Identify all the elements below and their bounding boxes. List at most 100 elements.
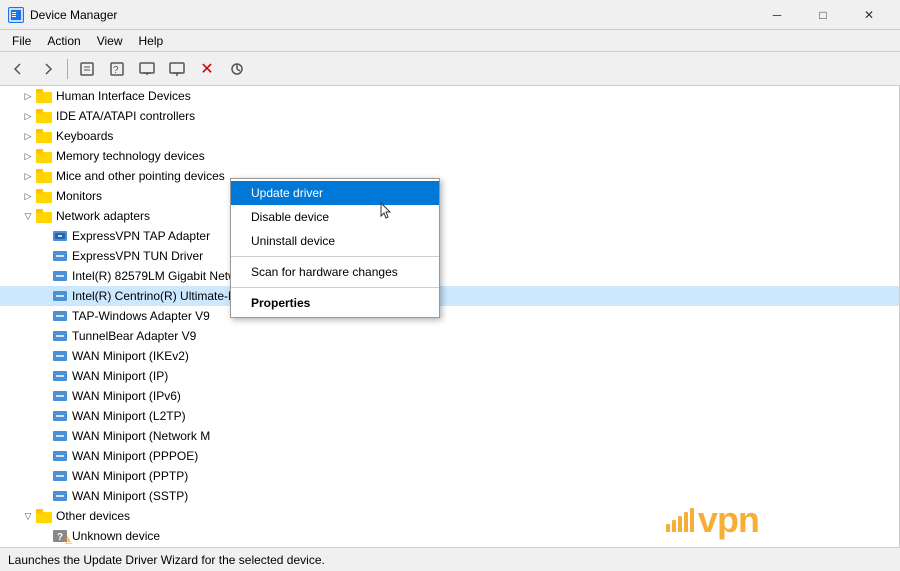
unknown-device-icon: ? ⚠ bbox=[52, 528, 68, 544]
status-text: Launches the Update Driver Wizard for th… bbox=[8, 553, 325, 567]
context-menu-sep-1 bbox=[231, 256, 439, 257]
tree-item-memory-tech[interactable]: ▷ Memory technology devices bbox=[0, 146, 899, 166]
toolbar-icon2[interactable] bbox=[133, 56, 161, 82]
network-adapter-icon bbox=[52, 268, 68, 284]
expand-keyboards[interactable]: ▷ bbox=[20, 128, 36, 144]
context-menu-uninstall-device[interactable]: Uninstall device bbox=[231, 229, 439, 253]
network-adapter-icon bbox=[52, 408, 68, 424]
tree-item-wan-network[interactable]: ▷ WAN Miniport (Network M bbox=[0, 426, 899, 446]
toolbar-computer[interactable] bbox=[163, 56, 191, 82]
tree-label-expressvpn-tun: ExpressVPN TUN Driver bbox=[72, 249, 203, 263]
tree-label-wan-network: WAN Miniport (Network M bbox=[72, 429, 210, 443]
window-controls: ─ □ ✕ bbox=[754, 0, 892, 30]
expand-other-devices[interactable]: ▽ bbox=[20, 508, 36, 524]
toolbar-update[interactable]: ? bbox=[103, 56, 131, 82]
network-adapter-icon bbox=[52, 288, 68, 304]
tree-item-wan-ip[interactable]: ▷ WAN Miniport (IP) bbox=[0, 366, 899, 386]
tree-item-keyboards[interactable]: ▷ Keyboards bbox=[0, 126, 899, 146]
tree-item-tunnelbear[interactable]: ▷ TunnelBear Adapter V9 bbox=[0, 326, 899, 346]
tree-item-tap-windows[interactable]: ▷ TAP-Windows Adapter V9 bbox=[0, 306, 899, 326]
context-menu-disable-device[interactable]: Disable device bbox=[231, 205, 439, 229]
tree-label-expressvpn-tap: ExpressVPN TAP Adapter bbox=[72, 229, 210, 243]
toolbar: ? ✕ bbox=[0, 52, 900, 86]
network-adapter-icon bbox=[52, 488, 68, 504]
tree-item-intel-centrino[interactable]: ▷ Intel(R) Centrino(R) Ultimate-N 6300 A… bbox=[0, 286, 899, 306]
expand-human-interface[interactable]: ▷ bbox=[20, 88, 36, 104]
context-menu-properties[interactable]: Properties bbox=[231, 291, 439, 315]
network-adapter-icon bbox=[52, 388, 68, 404]
tree-item-network-adapters[interactable]: ▽ Network adapters bbox=[0, 206, 899, 226]
toolbar-delete[interactable]: ✕ bbox=[193, 56, 221, 82]
network-adapter-icon bbox=[52, 328, 68, 344]
toolbar-forward[interactable] bbox=[34, 56, 62, 82]
context-menu-sep-2 bbox=[231, 287, 439, 288]
tree-item-wan-ipv6[interactable]: ▷ WAN Miniport (IPv6) bbox=[0, 386, 899, 406]
network-adapter-icon bbox=[52, 428, 68, 444]
folder-icon bbox=[36, 108, 52, 124]
tree-item-human-interface[interactable]: ▷ Human Interface Devices bbox=[0, 86, 899, 106]
tree-label-network-adapters: Network adapters bbox=[56, 209, 150, 223]
minimize-button[interactable]: ─ bbox=[754, 0, 800, 30]
menu-view[interactable]: View bbox=[89, 32, 131, 50]
network-adapter-icon bbox=[52, 348, 68, 364]
watermark-vpn: vpn bbox=[698, 499, 759, 541]
close-button[interactable]: ✕ bbox=[846, 0, 892, 30]
maximize-button[interactable]: □ bbox=[800, 0, 846, 30]
tree-item-monitors[interactable]: ▷ Monitors bbox=[0, 186, 899, 206]
tree-label-wan-l2tp: WAN Miniport (L2TP) bbox=[72, 409, 186, 423]
tree-item-wan-l2tp[interactable]: ▷ WAN Miniport (L2TP) bbox=[0, 406, 899, 426]
tree-item-ide-atapi[interactable]: ▷ IDE ATA/ATAPI controllers bbox=[0, 106, 899, 126]
tree-label-other-devices: Other devices bbox=[56, 509, 130, 523]
menu-help[interactable]: Help bbox=[131, 32, 172, 50]
folder-icon bbox=[36, 188, 52, 204]
toolbar-scan[interactable] bbox=[223, 56, 251, 82]
expand-monitors[interactable]: ▷ bbox=[20, 188, 36, 204]
tree-label-wan-pppoe: WAN Miniport (PPPOE) bbox=[72, 449, 198, 463]
tree-view: ▷ Human Interface Devices ▷ IDE ATA/ATAP… bbox=[0, 86, 900, 547]
tree-label-ide-atapi: IDE ATA/ATAPI controllers bbox=[56, 109, 195, 123]
expand-mice[interactable]: ▷ bbox=[20, 168, 36, 184]
toolbar-back[interactable] bbox=[4, 56, 32, 82]
tree-label-wan-pptp: WAN Miniport (PPTP) bbox=[72, 469, 188, 483]
expand-network-adapters[interactable]: ▽ bbox=[20, 208, 36, 224]
tree-label-memory-tech: Memory technology devices bbox=[56, 149, 205, 163]
context-menu-scan-hardware[interactable]: Scan for hardware changes bbox=[231, 260, 439, 284]
menu-bar: File Action View Help bbox=[0, 30, 900, 52]
network-adapter-icon bbox=[52, 448, 68, 464]
toolbar-sep-1 bbox=[67, 59, 68, 79]
network-adapter-icon bbox=[52, 308, 68, 324]
expand-memory-tech[interactable]: ▷ bbox=[20, 148, 36, 164]
tree-scroll[interactable]: ▷ Human Interface Devices ▷ IDE ATA/ATAP… bbox=[0, 86, 899, 547]
signal-icon bbox=[666, 508, 694, 532]
tree-item-wan-pptp[interactable]: ▷ WAN Miniport (PPTP) bbox=[0, 466, 899, 486]
folder-open-icon bbox=[36, 208, 52, 224]
tree-label-tap-windows: TAP-Windows Adapter V9 bbox=[72, 309, 210, 323]
context-menu: Update driver Disable device Uninstall d… bbox=[230, 178, 440, 318]
watermark: vpn central bbox=[662, 499, 870, 541]
context-menu-update-driver[interactable]: Update driver bbox=[231, 181, 439, 205]
main-content: ▷ Human Interface Devices ▷ IDE ATA/ATAP… bbox=[0, 86, 900, 547]
tree-label-monitors: Monitors bbox=[56, 189, 102, 203]
tree-item-intel-82579[interactable]: ▷ Intel(R) 82579LM Gigabit Network Conne… bbox=[0, 266, 899, 286]
tree-label-unknown-device: Unknown device bbox=[72, 529, 160, 543]
network-adapter-icon bbox=[52, 468, 68, 484]
tree-item-expressvpn-tap[interactable]: ▷ ExpressVPN TAP Adapter bbox=[0, 226, 899, 246]
tree-label-keyboards: Keyboards bbox=[56, 129, 113, 143]
tree-label-mice: Mice and other pointing devices bbox=[56, 169, 225, 183]
toolbar-properties[interactable] bbox=[73, 56, 101, 82]
expand-ide-atapi[interactable]: ▷ bbox=[20, 108, 36, 124]
tree-item-mice[interactable]: ▷ Mice and other pointing devices bbox=[0, 166, 899, 186]
tree-item-wan-ikev2[interactable]: ▷ WAN Miniport (IKEv2) bbox=[0, 346, 899, 366]
folder-icon bbox=[36, 168, 52, 184]
folder-icon bbox=[36, 128, 52, 144]
svg-text:?: ? bbox=[113, 65, 119, 76]
app-icon bbox=[8, 7, 24, 23]
network-adapter-icon bbox=[52, 248, 68, 264]
tree-label-wan-ipv6: WAN Miniport (IPv6) bbox=[72, 389, 181, 403]
tree-item-expressvpn-tun[interactable]: ▷ ExpressVPN TUN Driver bbox=[0, 246, 899, 266]
status-bar: Launches the Update Driver Wizard for th… bbox=[0, 547, 900, 571]
menu-file[interactable]: File bbox=[4, 32, 39, 50]
tree-label-tunnelbear: TunnelBear Adapter V9 bbox=[72, 329, 196, 343]
tree-item-wan-pppoe[interactable]: ▷ WAN Miniport (PPPOE) bbox=[0, 446, 899, 466]
menu-action[interactable]: Action bbox=[39, 32, 88, 50]
